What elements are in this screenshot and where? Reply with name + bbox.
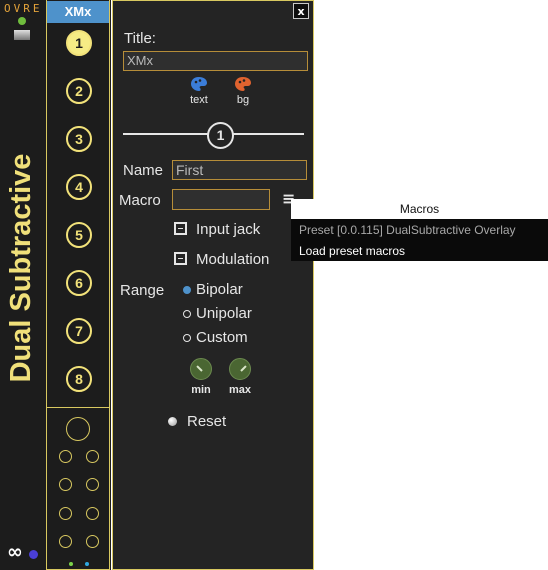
min-knob[interactable] bbox=[190, 358, 212, 380]
name-label: Name bbox=[123, 162, 164, 179]
macro-input[interactable] bbox=[172, 189, 270, 210]
slot-icon[interactable] bbox=[86, 450, 99, 463]
max-knob[interactable] bbox=[229, 358, 251, 380]
max-label: max bbox=[228, 384, 252, 396]
unipolar-label: Unipolar bbox=[196, 305, 252, 322]
blue-dot-icon[interactable] bbox=[29, 550, 38, 559]
custom-label: Custom bbox=[196, 329, 248, 346]
unipolar-radio[interactable] bbox=[183, 310, 191, 318]
dropdown-item-preset[interactable]: Preset [0.0.115] DualSubtractive Overlay bbox=[299, 223, 516, 237]
number-button-1[interactable]: 1 bbox=[66, 30, 92, 56]
bipolar-radio[interactable] bbox=[183, 286, 191, 294]
name-input[interactable]: First bbox=[172, 160, 307, 180]
reset-button-icon[interactable] bbox=[168, 417, 177, 426]
dropdown-item-load-preset[interactable]: Load preset macros bbox=[299, 244, 405, 258]
bg-color-caption: bg bbox=[236, 94, 250, 106]
macros-dropdown-header: Macros bbox=[291, 199, 548, 219]
slot-icon[interactable] bbox=[86, 478, 99, 491]
title-input[interactable]: XMx bbox=[123, 51, 308, 71]
close-button[interactable]: x bbox=[293, 3, 309, 19]
reset-button[interactable]: Reset bbox=[187, 413, 226, 430]
slot-icon[interactable] bbox=[59, 450, 72, 463]
number-button-8[interactable]: 8 bbox=[66, 366, 92, 392]
slot-icon[interactable] bbox=[86, 507, 99, 520]
number-button-2[interactable]: 2 bbox=[66, 78, 92, 104]
bg-palette-icon[interactable] bbox=[234, 76, 252, 92]
blue-indicator-icon bbox=[85, 562, 89, 566]
ovre-logo: OVRE bbox=[4, 2, 43, 15]
number-button-6[interactable]: 6 bbox=[66, 270, 92, 296]
vertical-title: Dual Subtractive bbox=[5, 153, 37, 383]
large-slot-icon[interactable] bbox=[66, 417, 90, 441]
number-button-5[interactable]: 5 bbox=[66, 222, 92, 248]
number-button-4[interactable]: 4 bbox=[66, 174, 92, 200]
number-button-7[interactable]: 7 bbox=[66, 318, 92, 344]
modulation-checkbox[interactable] bbox=[174, 252, 187, 265]
text-palette-icon[interactable] bbox=[190, 76, 208, 92]
input-jack-label: Input jack bbox=[196, 221, 261, 238]
bipolar-label: Bipolar bbox=[196, 281, 243, 298]
infinity-icon[interactable]: ∞ bbox=[7, 542, 23, 562]
min-label: min bbox=[191, 384, 211, 396]
slider-thumb[interactable]: 1 bbox=[207, 122, 234, 149]
title-label: Title: bbox=[124, 30, 156, 47]
number-button-3[interactable]: 3 bbox=[66, 126, 92, 152]
slot-icon[interactable] bbox=[86, 535, 99, 548]
macro-label: Macro bbox=[119, 192, 161, 209]
status-led bbox=[18, 17, 26, 25]
number-column-border bbox=[46, 0, 110, 408]
gradient-swatch bbox=[14, 30, 30, 40]
modulation-label: Modulation bbox=[196, 251, 270, 268]
slot-icon[interactable] bbox=[59, 507, 72, 520]
tab-xmx[interactable]: XMx bbox=[47, 1, 109, 23]
green-indicator-icon bbox=[69, 562, 73, 566]
range-label: Range bbox=[120, 282, 165, 299]
text-color-caption: text bbox=[190, 94, 208, 106]
input-jack-checkbox[interactable] bbox=[174, 222, 187, 235]
slot-icon[interactable] bbox=[59, 535, 72, 548]
slot-icon[interactable] bbox=[59, 478, 72, 491]
custom-radio[interactable] bbox=[183, 334, 191, 342]
